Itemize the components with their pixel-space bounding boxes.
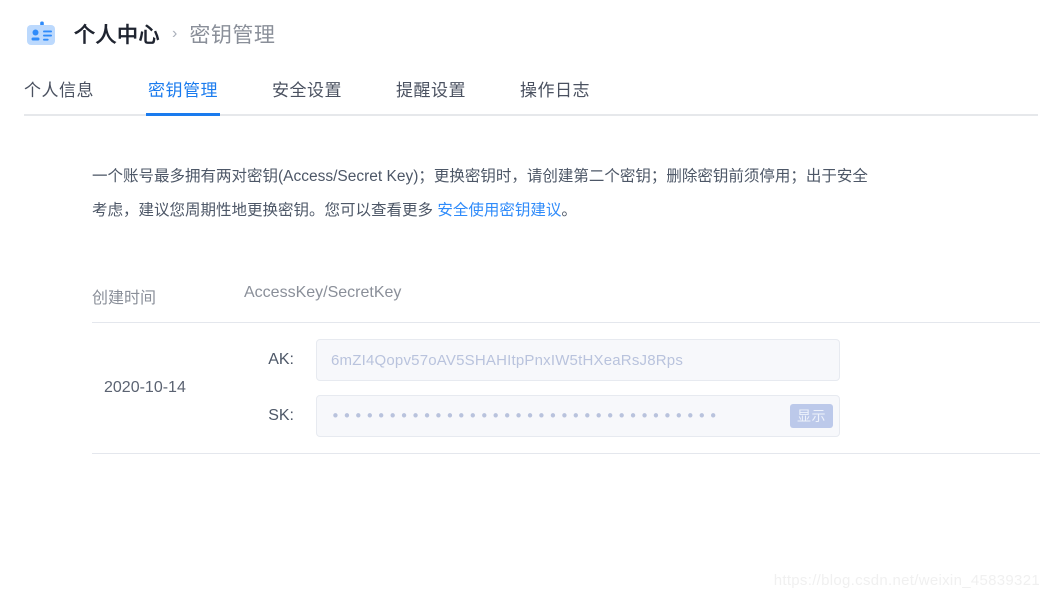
tab-personal-info[interactable]: 个人信息: [24, 76, 94, 114]
breadcrumb-root[interactable]: 个人中心: [74, 19, 160, 49]
access-key-label: AK:: [268, 351, 294, 368]
show-secret-key-button[interactable]: 显示: [790, 404, 833, 428]
access-key-line: AK: 6mZI4Qopv57oAV5SHAHItpPnxIW5tHXeaRsJ…: [244, 339, 1040, 381]
table-row: 2020-10-14 AK: 6mZI4Qopv57oAV5SHAHItpPnx…: [92, 323, 1040, 454]
breadcrumb: 个人中心 › 密钥管理: [74, 19, 275, 49]
chevron-right-icon: ›: [172, 25, 178, 42]
tab-reminder-settings[interactable]: 提醒设置: [396, 76, 466, 114]
secret-key-field[interactable]: •••••••••••••••••••••••••••••••••• 显示: [316, 395, 840, 437]
id-badge-icon: [24, 17, 58, 51]
column-header-keys: AccessKey/SecretKey: [244, 284, 402, 301]
tab-security-settings[interactable]: 安全设置: [272, 76, 342, 114]
tab-key-management[interactable]: 密钥管理: [146, 76, 220, 116]
secret-key-line: SK: •••••••••••••••••••••••••••••••••• 显…: [244, 395, 1040, 437]
column-header-created-time: 创建时间: [92, 290, 157, 307]
access-key-field[interactable]: 6mZI4Qopv57oAV5SHAHItpPnxIW5tHXeaRsJ8Rps: [316, 339, 840, 381]
page-header: 个人中心 › 密钥管理: [0, 0, 1048, 49]
description-tail: 。: [561, 202, 577, 219]
secret-key-label: SK:: [268, 407, 294, 424]
tab-bar: 个人信息 密钥管理 安全设置 提醒设置 操作日志: [24, 72, 1038, 116]
cell-keys: AK: 6mZI4Qopv57oAV5SHAHItpPnxIW5tHXeaRsJ…: [244, 339, 1040, 437]
table-header-row: 创建时间 AccessKey/SecretKey: [92, 284, 1040, 323]
access-key-value: 6mZI4Qopv57oAV5SHAHItpPnxIW5tHXeaRsJ8Rps: [331, 351, 684, 369]
breadcrumb-current: 密钥管理: [189, 24, 276, 47]
keys-table: 创建时间 AccessKey/SecretKey 2020-10-14 AK: …: [0, 284, 1048, 454]
tab-operation-log[interactable]: 操作日志: [520, 76, 590, 114]
description-text: 一个账号最多拥有两对密钥(Access/Secret Key)；更换密钥时，请创…: [0, 160, 952, 228]
tab-bar-wrapper: 个人信息 密钥管理 安全设置 提醒设置 操作日志: [0, 72, 1048, 116]
security-advice-link[interactable]: 安全使用密钥建议: [437, 202, 561, 219]
secret-key-masked-value: ••••••••••••••••••••••••••••••••••: [331, 407, 721, 425]
watermark: https://blog.csdn.net/weixin_45839321: [773, 572, 1040, 589]
cell-created-time: 2020-10-14: [104, 379, 186, 396]
